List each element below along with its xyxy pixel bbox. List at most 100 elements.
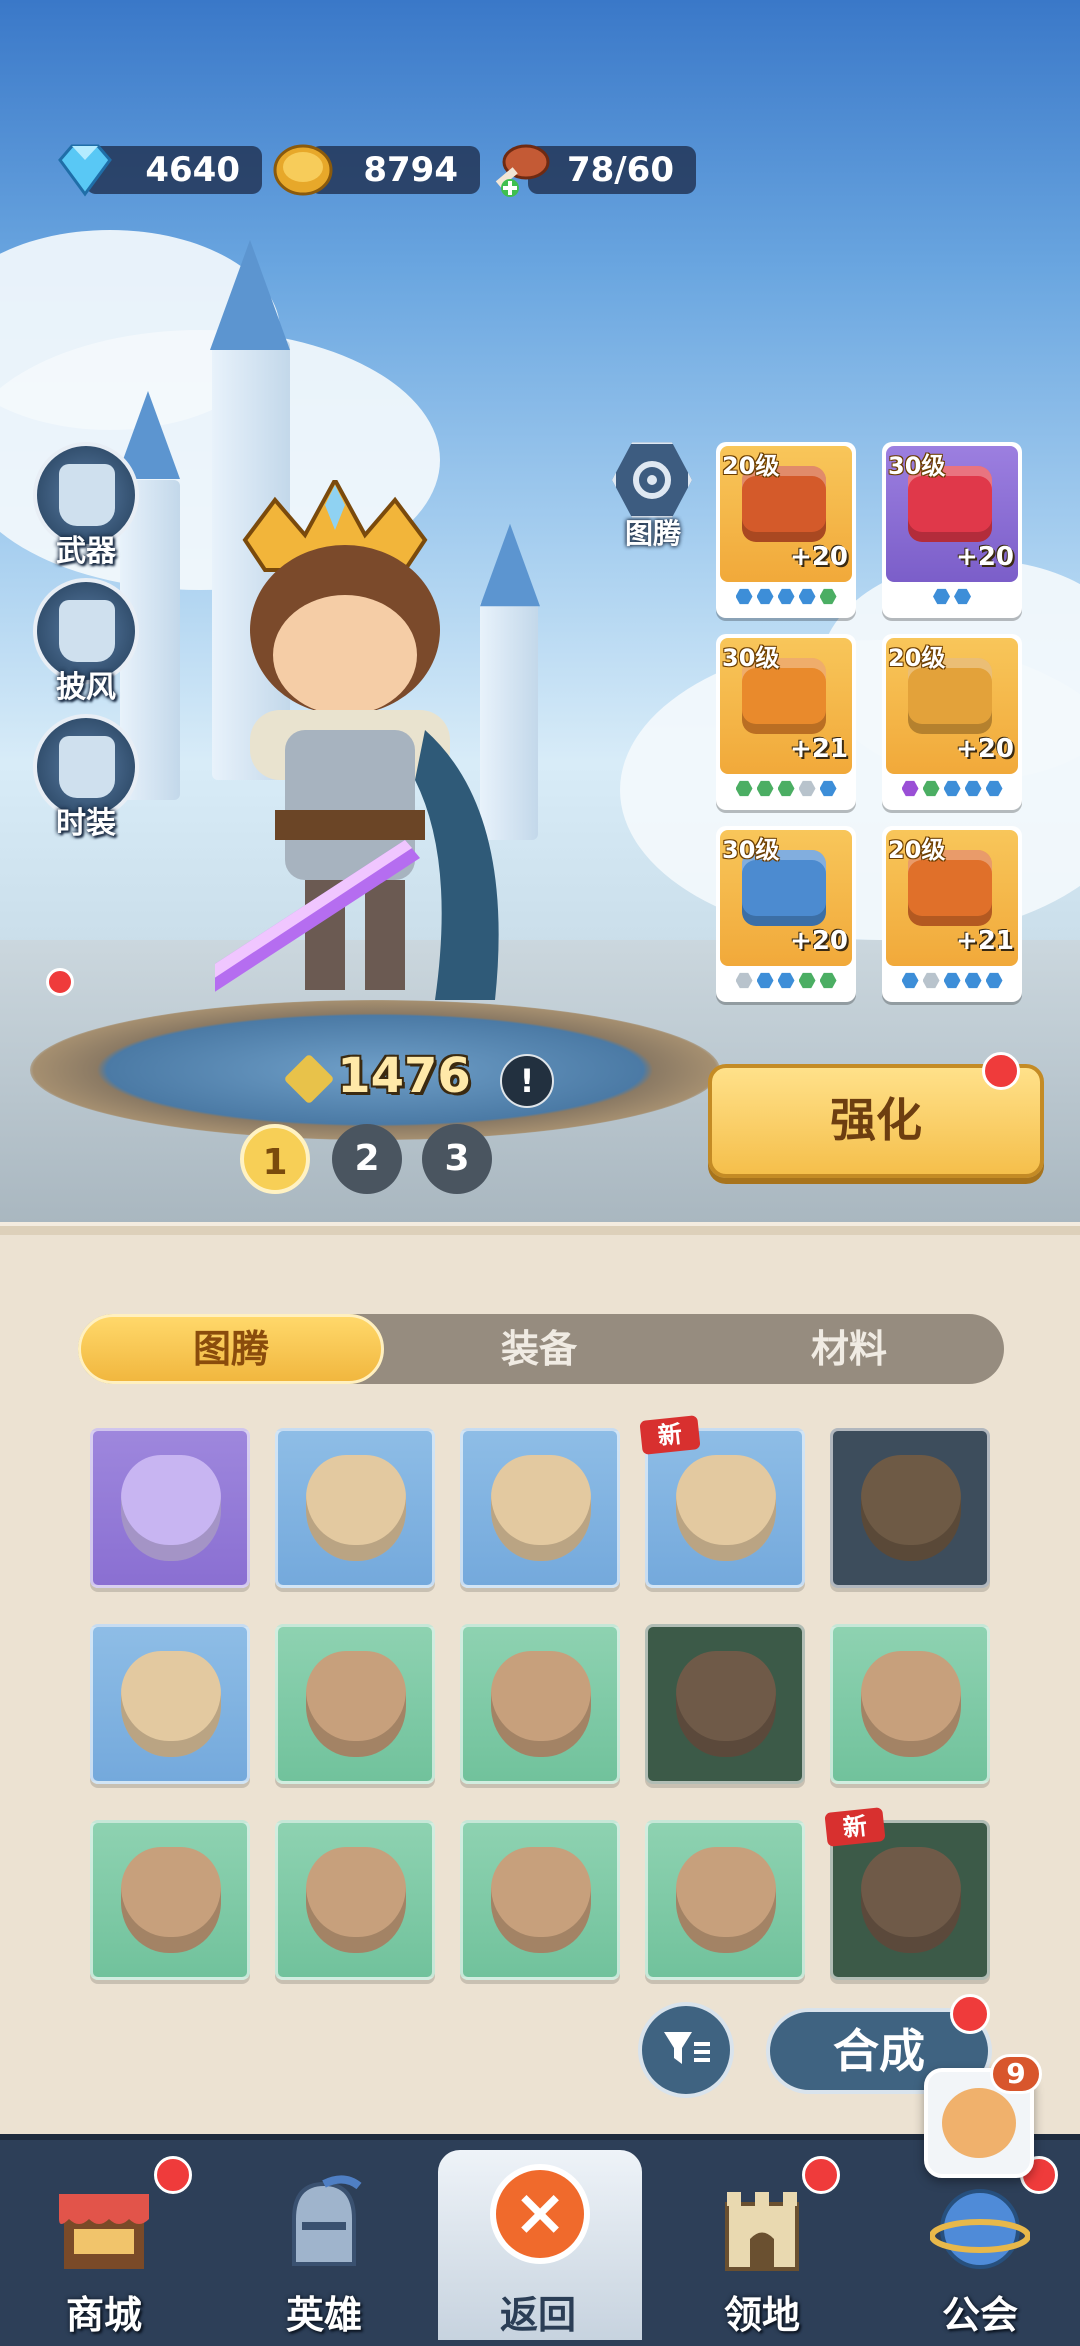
gem-socket-icon — [943, 972, 961, 989]
animal-mask-icon — [121, 1847, 221, 1953]
gem-socket-icon — [735, 972, 753, 989]
coin-icon — [273, 144, 333, 196]
totem-slot[interactable] — [275, 1820, 435, 1980]
globe-icon — [930, 2189, 1030, 2269]
equipment-enhance-level: +20 — [956, 734, 1014, 764]
diamond-icon — [58, 144, 112, 197]
equipment-slot-2[interactable]: 30级 +20 — [882, 442, 1022, 618]
gem-socket-icon — [954, 588, 971, 605]
equipment-gem-sockets — [716, 588, 856, 609]
outfit-icon — [59, 736, 115, 798]
nav-back[interactable]: × 返回 — [438, 2150, 642, 2340]
totem-slot[interactable] — [830, 1624, 990, 1784]
hero-power: 1476 — [256, 1046, 506, 1106]
animal-mask-icon — [306, 1847, 406, 1953]
equipment-slot-1[interactable]: 20级 +20 — [716, 442, 856, 618]
equipment-enhance-level: +21 — [790, 734, 848, 764]
gem-socket-icon — [964, 972, 982, 989]
equipment-level: 30级 — [888, 452, 946, 480]
totem-slot[interactable] — [645, 1820, 805, 1980]
totem-slot[interactable] — [460, 1428, 620, 1588]
equipment-gem-sockets — [882, 972, 1022, 993]
gem-socket-icon — [798, 780, 816, 797]
loadout-page-2[interactable]: 2 — [332, 1124, 402, 1194]
equipment-slot-4[interactable]: 20级 +20 — [882, 634, 1022, 810]
nav-heroes[interactable]: 英雄 — [224, 2150, 424, 2340]
power-info-button[interactable]: ! — [500, 1054, 554, 1108]
gem-socket-icon — [819, 780, 837, 797]
equipment-gem-sockets — [882, 780, 1022, 801]
gem-socket-icon — [985, 780, 1003, 797]
equipment-level: 30级 — [722, 836, 780, 864]
hero-character[interactable] — [215, 480, 575, 1060]
totem-slot[interactable] — [90, 1820, 250, 1980]
castle-icon — [725, 2192, 799, 2271]
animal-mask-icon — [676, 1651, 776, 1757]
gem-socket-icon — [798, 972, 816, 989]
shop-stall-icon — [59, 2194, 149, 2269]
gem-socket-icon — [819, 972, 837, 989]
knight-helmet-icon — [292, 2175, 362, 2266]
guild-help-count-badge: 9 — [990, 2054, 1042, 2094]
gem-socket-icon — [922, 972, 940, 989]
animal-mask-icon — [306, 1455, 406, 1561]
gem-socket-icon — [964, 780, 982, 797]
equipment-slot-5[interactable]: 30级 +20 — [716, 826, 856, 1002]
tab-materials[interactable]: 材料 — [694, 1314, 1004, 1384]
equipment-slot-6[interactable]: 20级 +21 — [882, 826, 1022, 1002]
gem-socket-icon — [735, 588, 753, 605]
gem-socket-icon — [943, 780, 961, 797]
gem-socket-icon — [756, 780, 774, 797]
gem-socket-icon — [735, 780, 753, 797]
totem-slot[interactable] — [275, 1624, 435, 1784]
strengthen-notification-dot — [982, 1052, 1020, 1090]
gem-socket-icon — [777, 972, 795, 989]
animal-mask-icon — [491, 1455, 591, 1561]
equipment-gem-sockets — [716, 780, 856, 801]
equipment-enhance-level: +20 — [790, 542, 848, 572]
animal-mask-icon — [121, 1651, 221, 1757]
filter-sort-button[interactable] — [638, 2002, 734, 2098]
totem-slot[interactable] — [645, 1624, 805, 1784]
combine-notification-dot — [950, 1994, 990, 2034]
totem-slot[interactable] — [90, 1624, 250, 1784]
gem-socket-icon — [901, 780, 919, 797]
totem-slot[interactable] — [830, 1428, 990, 1588]
animal-mask-icon — [676, 1847, 776, 1953]
territory-notification-dot — [802, 2156, 840, 2194]
equipment-level: 20级 — [888, 644, 946, 672]
nav-back-label: 返回 — [499, 2293, 576, 2337]
gem-socket-icon — [756, 972, 774, 989]
gem-socket-icon — [756, 588, 774, 605]
animal-mask-icon — [121, 1455, 221, 1561]
meat-icon — [495, 144, 550, 197]
equipment-enhance-level: +20 — [956, 542, 1014, 572]
totem-slot[interactable] — [460, 1820, 620, 1980]
gem-socket-icon — [933, 588, 950, 605]
weapon-icon — [59, 464, 115, 526]
loadout-page-1[interactable]: 1 — [240, 1124, 310, 1194]
tab-totem[interactable]: 图腾 — [78, 1314, 384, 1384]
totem-slot[interactable] — [90, 1428, 250, 1588]
animal-mask-icon — [306, 1651, 406, 1757]
nav-heroes-label: 英雄 — [285, 2293, 362, 2337]
new-badge: 新 — [824, 1807, 886, 1847]
inventory-tabs: 图腾 装备 材料 — [78, 1314, 1004, 1384]
coin-count: 8794 — [363, 150, 458, 190]
equipment-slot-3[interactable]: 30级 +21 — [716, 634, 856, 810]
loadout-page-3[interactable]: 3 — [422, 1124, 492, 1194]
animal-mask-icon — [676, 1455, 776, 1561]
shop-notification-dot — [154, 2156, 192, 2194]
hero-power-value: 1476 — [337, 1048, 471, 1104]
totem-slot[interactable] — [275, 1428, 435, 1588]
tab-equipment[interactable]: 装备 — [384, 1314, 694, 1384]
gem-socket-icon — [798, 588, 816, 605]
gem-socket-icon — [985, 972, 1003, 989]
gem-socket-icon — [819, 588, 837, 605]
gem-socket-icon — [777, 588, 795, 605]
gem-socket-icon — [901, 972, 919, 989]
handshake-icon — [942, 2088, 1016, 2158]
gem-socket-icon — [777, 780, 795, 797]
equipment-level: 30级 — [722, 644, 780, 672]
totem-slot[interactable] — [460, 1624, 620, 1784]
